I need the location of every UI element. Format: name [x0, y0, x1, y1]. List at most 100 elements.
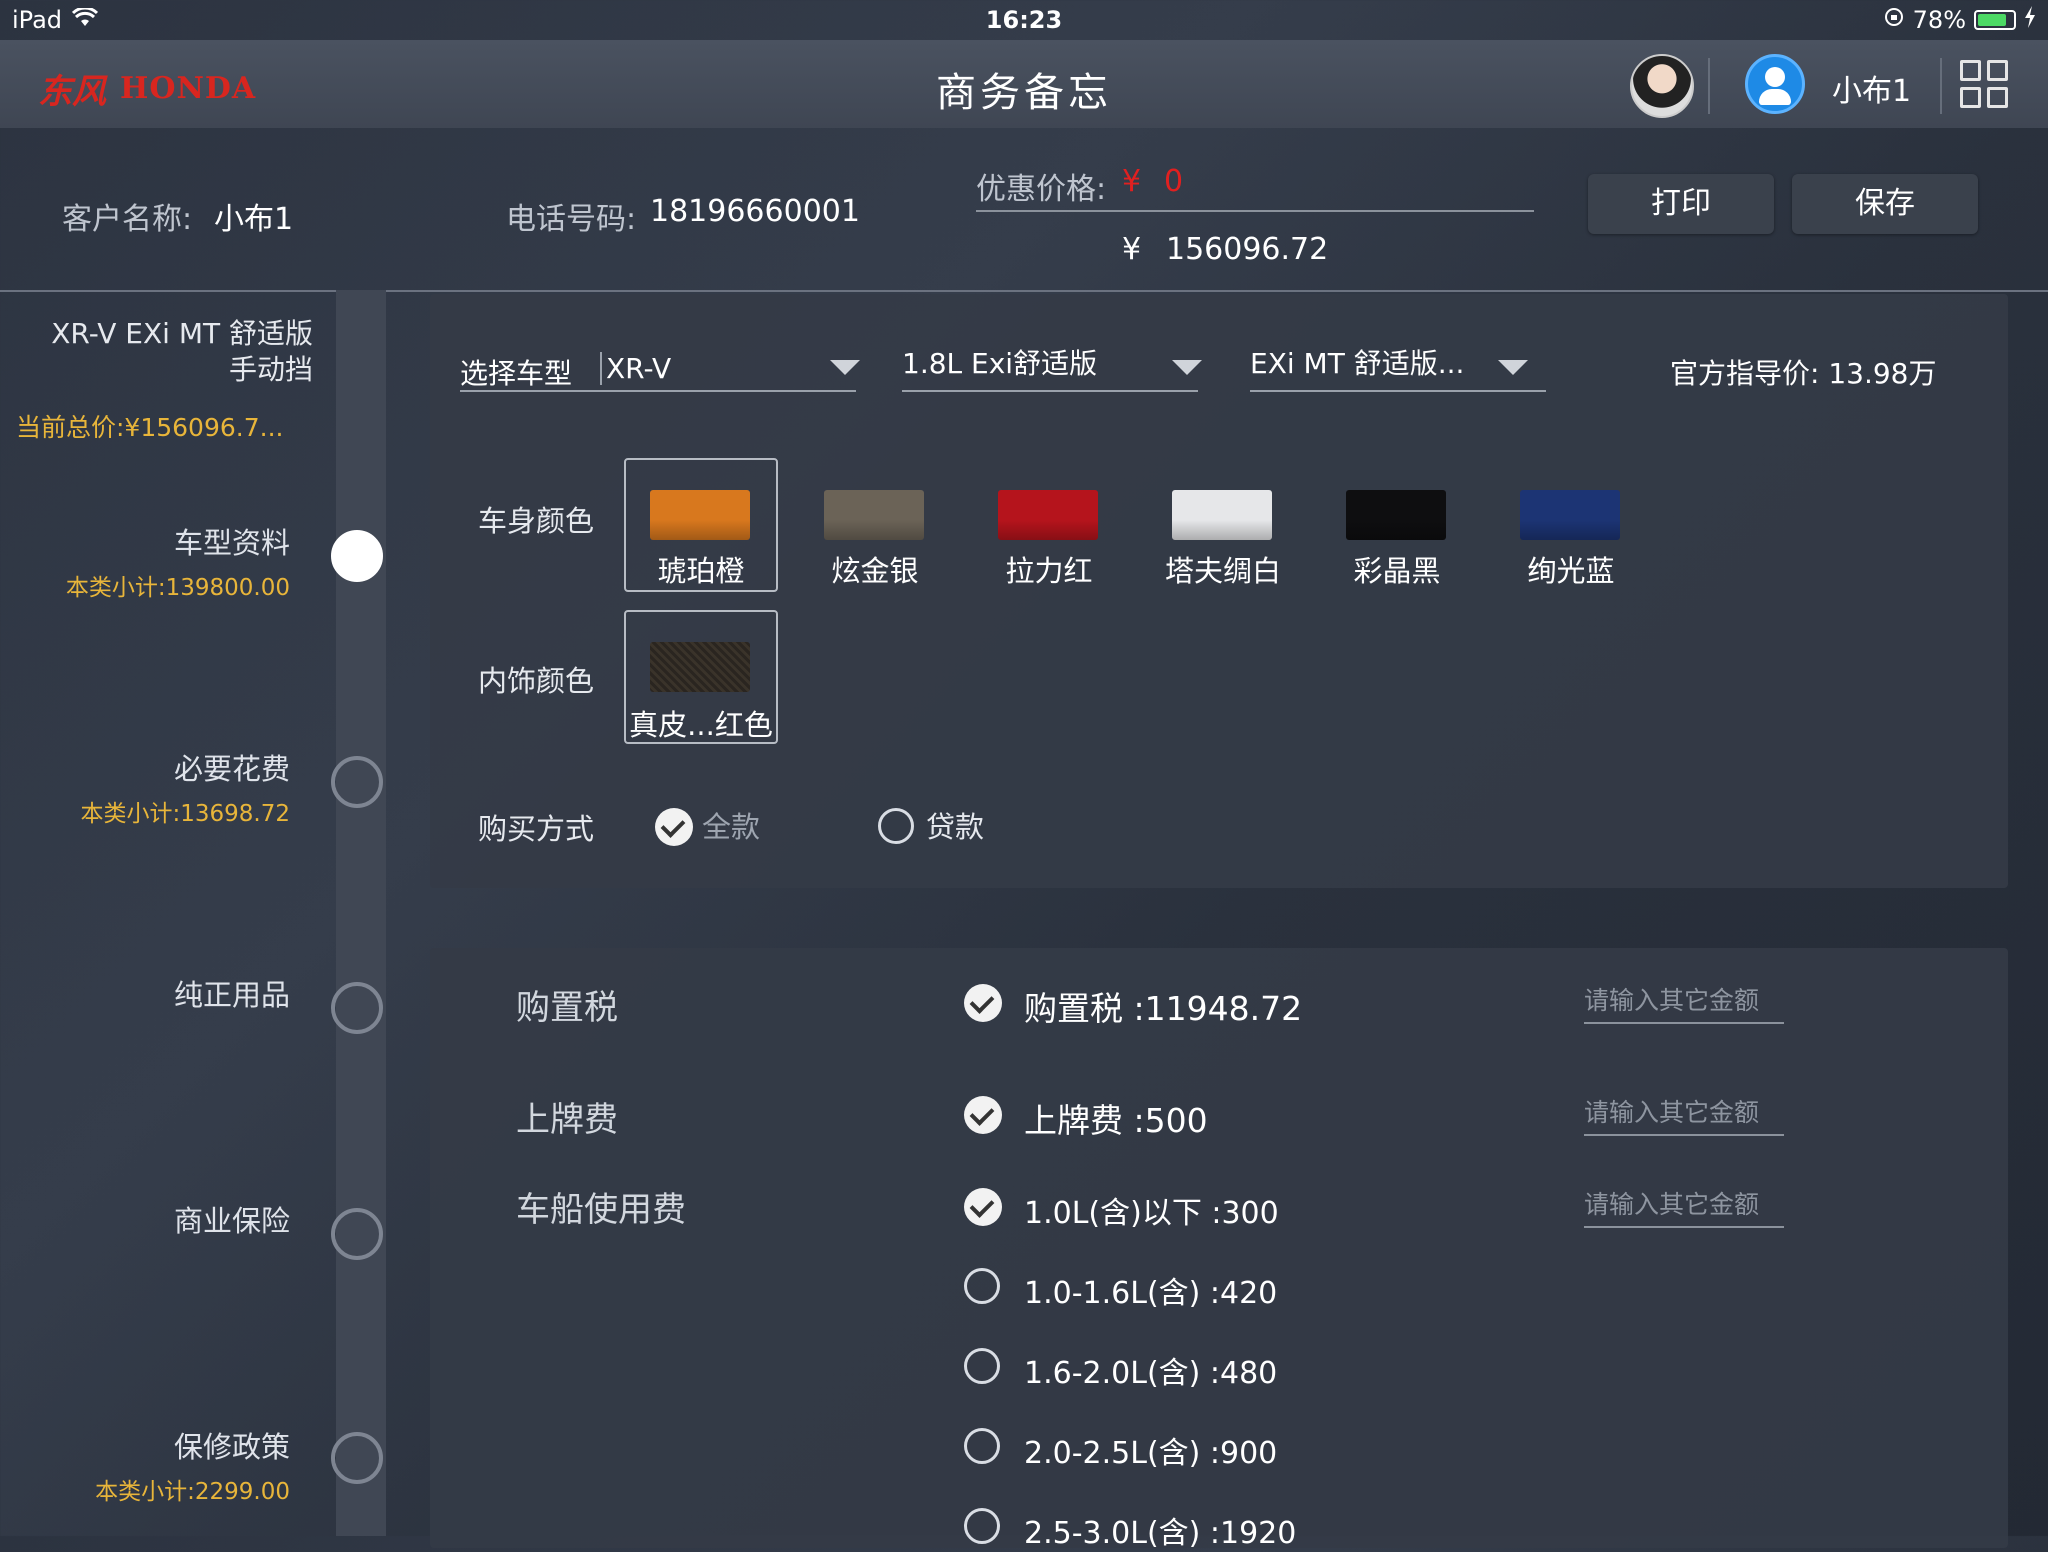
discount-underline: [976, 210, 1534, 212]
vessel-option-radio[interactable]: [964, 1348, 1000, 1384]
charging-icon: [2024, 6, 2036, 34]
body-color-label: 车身颜色: [478, 504, 595, 538]
vessel-tax-other-input[interactable]: [1584, 1182, 1784, 1228]
grid-menu-icon[interactable]: [1960, 60, 2008, 108]
user-name[interactable]: 小布1: [1832, 66, 1911, 110]
interior-color-option[interactable]: 真皮...红色: [624, 610, 778, 744]
rotation-lock-icon: [1883, 6, 1905, 34]
step-label-accessories[interactable]: 纯正用品: [174, 972, 290, 1014]
step-dot-insurance[interactable]: [331, 1208, 383, 1260]
interior-color-label: 内饰颜色: [478, 664, 595, 698]
step-label-necessary-fees[interactable]: 必要花费: [174, 746, 290, 788]
vessel-option[interactable]: 2.5-3.0L(含) :1920: [1024, 1508, 1296, 1552]
color-name: 琥珀橙: [657, 554, 745, 588]
color-name: 炫金银: [831, 554, 919, 588]
discount-label: 优惠价格:: [976, 172, 1107, 207]
trim-select[interactable]: EXi MT 舒适版...: [1250, 342, 1464, 382]
plate-fee-item[interactable]: 上牌费 :500: [1024, 1094, 1208, 1142]
color-name: 塔夫绸白: [1164, 554, 1281, 588]
select-model-label: 选择车型: [460, 357, 573, 390]
color-swatch: [1346, 490, 1446, 540]
vehicle-panel: 选择车型 XR-V 1.8L Exi舒适版 EXi MT 舒适版... 官方指导…: [430, 294, 2008, 888]
color-name: 彩晶黑: [1353, 554, 1441, 588]
step-dot-accessories[interactable]: [331, 982, 383, 1034]
body-color-option[interactable]: 炫金银: [798, 458, 952, 592]
vessel-option-radio[interactable]: [964, 1268, 1000, 1304]
vessel-option-radio[interactable]: [964, 1508, 1000, 1544]
header-divider: [1940, 58, 1942, 114]
full-payment-check-icon[interactable]: [655, 808, 693, 846]
purchase-tax-check-icon[interactable]: [964, 984, 1002, 1022]
header-divider: [1708, 58, 1710, 114]
plate-fee-name: 上牌费: [516, 1100, 618, 1140]
customer-name-value: 小布1: [214, 202, 294, 237]
color-swatch: [1172, 490, 1272, 540]
body-color-option[interactable]: 拉力红: [972, 458, 1126, 592]
chevron-down-icon[interactable]: [1498, 360, 1528, 375]
interior-color-name: 真皮...红色: [629, 708, 773, 742]
progress-timeline: [336, 290, 386, 1536]
step-subtotal-necessary-fees: 本类小计:13698.72: [80, 801, 291, 827]
vessel-option-radio[interactable]: [964, 1428, 1000, 1464]
engine-select-underline: [902, 390, 1198, 392]
vessel-option[interactable]: 1.0L(含)以下 :300: [1024, 1188, 1279, 1232]
step-subtotal-vehicle: 本类小计:139800.00: [65, 575, 290, 601]
plate-fee-other-input[interactable]: [1584, 1090, 1784, 1136]
status-time: 16:23: [985, 6, 1063, 34]
purchase-method-label: 购买方式: [478, 812, 595, 846]
consultant-avatar[interactable]: [1630, 54, 1694, 118]
save-button[interactable]: 保存: [1792, 174, 1978, 234]
color-swatch: [650, 490, 750, 540]
customer-name-label: 客户名称:: [62, 202, 193, 237]
body-color-option[interactable]: 琥珀橙: [624, 458, 778, 592]
chevron-down-icon[interactable]: [1172, 360, 1202, 375]
body-color-option[interactable]: 塔夫绸白: [1146, 458, 1300, 592]
body-color-option[interactable]: 绚光蓝: [1494, 458, 1648, 592]
model-select-underline: [460, 390, 856, 392]
vessel-option[interactable]: 2.0-2.5L(含) :900: [1024, 1428, 1277, 1472]
chevron-down-icon[interactable]: [830, 360, 860, 375]
loan-radio[interactable]: [878, 808, 914, 844]
total-price: 156096.72: [1166, 232, 1329, 267]
step-dot-warranty[interactable]: [331, 1432, 383, 1484]
page-title: 商务备忘: [936, 70, 1112, 116]
sidebar-current-total: 当前总价:¥156096.7...: [16, 413, 284, 442]
vessel-option[interactable]: 1.0-1.6L(含) :420: [1024, 1268, 1277, 1312]
purchase-tax-other-input[interactable]: [1584, 978, 1784, 1024]
body-color-option[interactable]: 彩晶黑: [1320, 458, 1474, 592]
model-select[interactable]: XR-V: [600, 352, 671, 385]
sidebar-model-name: XR-V EXi MT 舒适版: [51, 317, 313, 350]
print-button[interactable]: 打印: [1588, 174, 1774, 234]
step-subtotal-warranty: 本类小计:2299.00: [95, 1479, 290, 1505]
vessel-tax-name: 车船使用费: [516, 1190, 686, 1230]
vessel-option-check-icon[interactable]: [964, 1188, 1002, 1226]
step-dot-necessary-fees[interactable]: [331, 756, 383, 808]
step-label-insurance[interactable]: 商业保险: [174, 1198, 290, 1240]
plate-fee-check-icon[interactable]: [964, 1096, 1002, 1134]
color-swatch: [1520, 490, 1620, 540]
engine-select[interactable]: 1.8L Exi舒适版: [902, 342, 1097, 382]
purchase-tax-item[interactable]: 购置税 :11948.72: [1024, 982, 1302, 1030]
discount-currency: ¥: [1122, 164, 1142, 199]
phone-label: 电话号码:: [506, 202, 637, 237]
color-name: 绚光蓝: [1527, 554, 1615, 588]
phone-value: 18196660001: [650, 194, 860, 229]
purchase-tax-name: 购置税: [516, 988, 618, 1028]
status-bar: iPad 16:23 78%: [0, 0, 2048, 40]
total-currency: ¥: [1122, 232, 1142, 267]
app-header: 东风 HONDA 商务备忘 小布1: [0, 40, 2048, 128]
vessel-option[interactable]: 1.6-2.0L(含) :480: [1024, 1348, 1277, 1392]
battery-percent: 78%: [1912, 6, 1966, 34]
battery-icon: [1974, 10, 2016, 30]
step-dot-vehicle[interactable]: [331, 530, 383, 582]
fees-panel: 购置税 购置税 :11948.72 上牌费 上牌费 :500 车船使用费 1.0…: [430, 948, 2008, 1551]
step-label-warranty[interactable]: 保修政策: [174, 1424, 290, 1466]
step-label-vehicle[interactable]: 车型资料: [174, 520, 290, 562]
color-name: 拉力红: [1005, 554, 1093, 588]
loan-label[interactable]: 贷款: [926, 804, 984, 846]
user-icon[interactable]: [1745, 54, 1805, 114]
trim-select-underline: [1250, 390, 1546, 392]
discount-input[interactable]: 0: [1164, 164, 1183, 199]
interior-swatch: [650, 642, 750, 692]
full-payment-label[interactable]: 全款: [702, 804, 760, 846]
